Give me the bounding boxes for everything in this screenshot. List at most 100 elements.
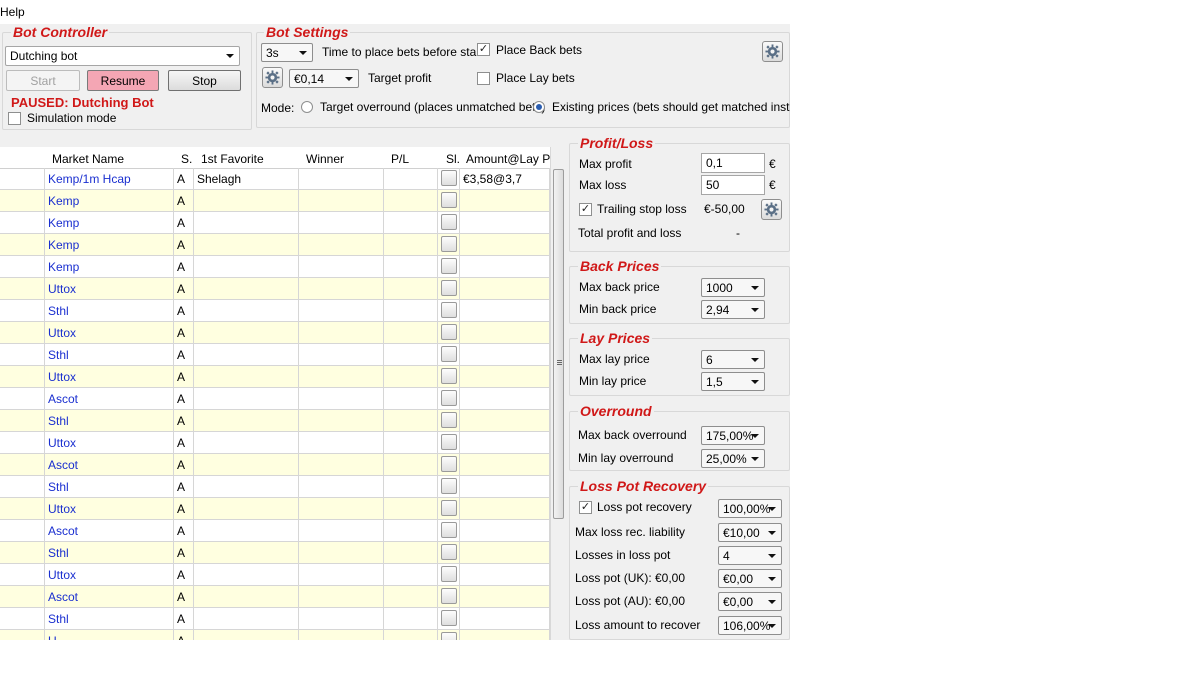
place-back-bets-checkbox[interactable]: ✓: [477, 43, 490, 56]
table-row[interactable]: Kemp/1m Hcap A Shelagh €3,58@3,7: [0, 168, 550, 190]
trailing-stop-gear-button[interactable]: [761, 199, 782, 220]
table-row[interactable]: Sthl A: [0, 410, 550, 432]
max-lay-price-select[interactable]: 6: [701, 350, 765, 369]
column-status[interactable]: S.: [181, 152, 192, 166]
min-lay-overround-select[interactable]: 25,00%: [701, 449, 765, 468]
target-settings-gear-button[interactable]: [262, 67, 283, 88]
table-row[interactable]: Ascot A: [0, 454, 550, 476]
scrollbar-thumb[interactable]: [553, 169, 564, 519]
table-row[interactable]: Ascot A: [0, 520, 550, 542]
status-cell: A: [174, 608, 194, 629]
row-action-button[interactable]: [441, 192, 457, 208]
favorite-cell: [194, 256, 299, 277]
table-row[interactable]: Kemp A: [0, 256, 550, 278]
loss-amount-to-recover-select[interactable]: 106,00%: [718, 616, 782, 635]
bot-settings-gear-button[interactable]: [762, 41, 783, 62]
table-row[interactable]: Sthl A: [0, 542, 550, 564]
row-action-button[interactable]: [441, 434, 457, 450]
min-lay-overround-value: 25,00%: [706, 452, 747, 466]
row-action-button[interactable]: [441, 566, 457, 582]
time-before-start-value: 3s: [266, 46, 279, 60]
table-row[interactable]: Kemp A: [0, 190, 550, 212]
table-row[interactable]: Kemp A: [0, 212, 550, 234]
pl-cell: [384, 542, 438, 563]
status-cell: A: [174, 300, 194, 321]
gear-icon: [764, 202, 779, 217]
bot-type-select[interactable]: Dutching bot: [5, 46, 240, 66]
table-row[interactable]: Kemp A: [0, 234, 550, 256]
max-back-overround-select[interactable]: 175,00%: [701, 426, 765, 445]
target-profit-select[interactable]: €0,14: [289, 69, 359, 88]
column-sl[interactable]: Sl.: [446, 152, 460, 166]
row-action-button[interactable]: [441, 500, 457, 516]
row-action-button[interactable]: [441, 456, 457, 472]
mode-existing-prices-radio[interactable]: [533, 101, 545, 113]
start-button[interactable]: Start: [6, 70, 80, 91]
simulation-mode-checkbox[interactable]: [8, 112, 21, 125]
row-action-button[interactable]: [441, 632, 457, 640]
table-row[interactable]: Sthl A: [0, 300, 550, 322]
row-action-button[interactable]: [441, 610, 457, 626]
grid-rows: Kemp/1m Hcap A Shelagh €3,58@3,7 Kemp A Kemp A K…: [0, 168, 550, 640]
column-market-name[interactable]: Market Name: [52, 152, 124, 166]
table-row[interactable]: Sthl A: [0, 476, 550, 498]
row-action-button[interactable]: [441, 236, 457, 252]
row-action-button[interactable]: [441, 302, 457, 318]
table-row[interactable]: Sthl A: [0, 344, 550, 366]
row-action-button[interactable]: [441, 588, 457, 604]
table-row[interactable]: Uttox A: [0, 432, 550, 454]
favorite-cell: [194, 300, 299, 321]
table-row[interactable]: Uttox A: [0, 366, 550, 388]
row-action-button[interactable]: [441, 324, 457, 340]
row-action-button[interactable]: [441, 214, 457, 230]
status-cell: A: [174, 278, 194, 299]
stop-button[interactable]: Stop: [168, 70, 241, 91]
row-action-button[interactable]: [441, 390, 457, 406]
favorite-cell: [194, 608, 299, 629]
time-before-start-select[interactable]: 3s: [261, 43, 313, 62]
column-winner[interactable]: Winner: [306, 152, 344, 166]
row-action-button[interactable]: [441, 170, 457, 186]
table-row[interactable]: Uttox A: [0, 322, 550, 344]
table-row[interactable]: Sthl A: [0, 608, 550, 630]
row-action-button[interactable]: [441, 368, 457, 384]
table-row[interactable]: Ascot A: [0, 388, 550, 410]
row-action-button[interactable]: [441, 478, 457, 494]
resume-button[interactable]: Resume: [87, 70, 159, 91]
chevron-down-icon: [768, 624, 776, 628]
table-row[interactable]: UA: [0, 630, 550, 640]
max-loss-liability-select[interactable]: €10,00: [718, 523, 782, 542]
loss-pot-uk-select[interactable]: €0,00: [718, 569, 782, 588]
row-action-button[interactable]: [441, 258, 457, 274]
table-row[interactable]: Ascot A: [0, 586, 550, 608]
losses-in-loss-pot-select[interactable]: 4: [718, 546, 782, 565]
column-amount-lay[interactable]: Amount@Lay Pr.: [466, 152, 557, 166]
menu-help[interactable]: Help: [0, 5, 25, 19]
table-row[interactable]: Uttox A: [0, 564, 550, 586]
trailing-stop-loss-checkbox[interactable]: ✓: [579, 203, 592, 216]
min-back-price-select[interactable]: 2,94: [701, 300, 765, 319]
row-action-button[interactable]: [441, 346, 457, 362]
place-lay-bets-checkbox[interactable]: [477, 72, 490, 85]
loss-pot-recovery-checkbox[interactable]: ✓: [579, 501, 592, 514]
grid-vertical-scrollbar[interactable]: [550, 147, 566, 640]
status-cell: A: [174, 586, 194, 607]
loss-pot-au-select[interactable]: €0,00: [718, 592, 782, 611]
chevron-down-icon: [299, 51, 307, 55]
column-pl[interactable]: P/L: [391, 152, 409, 166]
row-action-button[interactable]: [441, 544, 457, 560]
row-action-button[interactable]: [441, 280, 457, 296]
table-row[interactable]: Uttox A: [0, 498, 550, 520]
mode-target-overround-radio[interactable]: [301, 101, 313, 113]
max-back-price-select[interactable]: 1000: [701, 278, 765, 297]
column-1st-favorite[interactable]: 1st Favorite: [201, 152, 264, 166]
row-action-button[interactable]: [441, 412, 457, 428]
min-lay-price-select[interactable]: 1,5: [701, 372, 765, 391]
grid-header: Market Name S. 1st Favorite Winner P/L S…: [0, 147, 557, 169]
table-row[interactable]: Uttox A: [0, 278, 550, 300]
status-cell: A: [174, 256, 194, 277]
max-profit-input[interactable]: 0,1: [701, 153, 765, 173]
max-loss-input[interactable]: 50: [701, 175, 765, 195]
row-action-button[interactable]: [441, 522, 457, 538]
loss-pot-recovery-select[interactable]: 100,00%: [718, 499, 782, 518]
